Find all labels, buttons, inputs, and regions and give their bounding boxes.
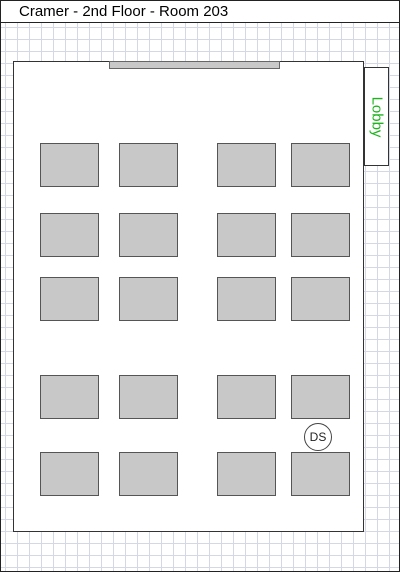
desk — [291, 213, 350, 257]
desk — [40, 375, 99, 419]
desk — [119, 452, 178, 496]
lobby-door: Lobby — [364, 67, 389, 166]
ds-marker: DS — [304, 423, 332, 451]
page-title: Cramer - 2nd Floor - Room 203 — [19, 3, 229, 20]
desk — [217, 375, 276, 419]
desk — [217, 213, 276, 257]
desk — [217, 452, 276, 496]
desk — [119, 277, 178, 321]
lobby-label: Lobby — [368, 96, 385, 137]
desk — [119, 143, 178, 187]
desk — [291, 375, 350, 419]
title-bar: Cramer - 2nd Floor - Room 203 — [1, 1, 399, 23]
desk — [291, 277, 350, 321]
front-board — [109, 61, 280, 69]
desk — [119, 213, 178, 257]
desk — [40, 143, 99, 187]
desk — [40, 213, 99, 257]
desk — [291, 452, 350, 496]
desk — [291, 143, 350, 187]
desk — [40, 277, 99, 321]
ds-marker-label: DS — [309, 430, 327, 444]
desk — [217, 143, 276, 187]
desk — [40, 452, 99, 496]
desk — [119, 375, 178, 419]
desk — [217, 277, 276, 321]
